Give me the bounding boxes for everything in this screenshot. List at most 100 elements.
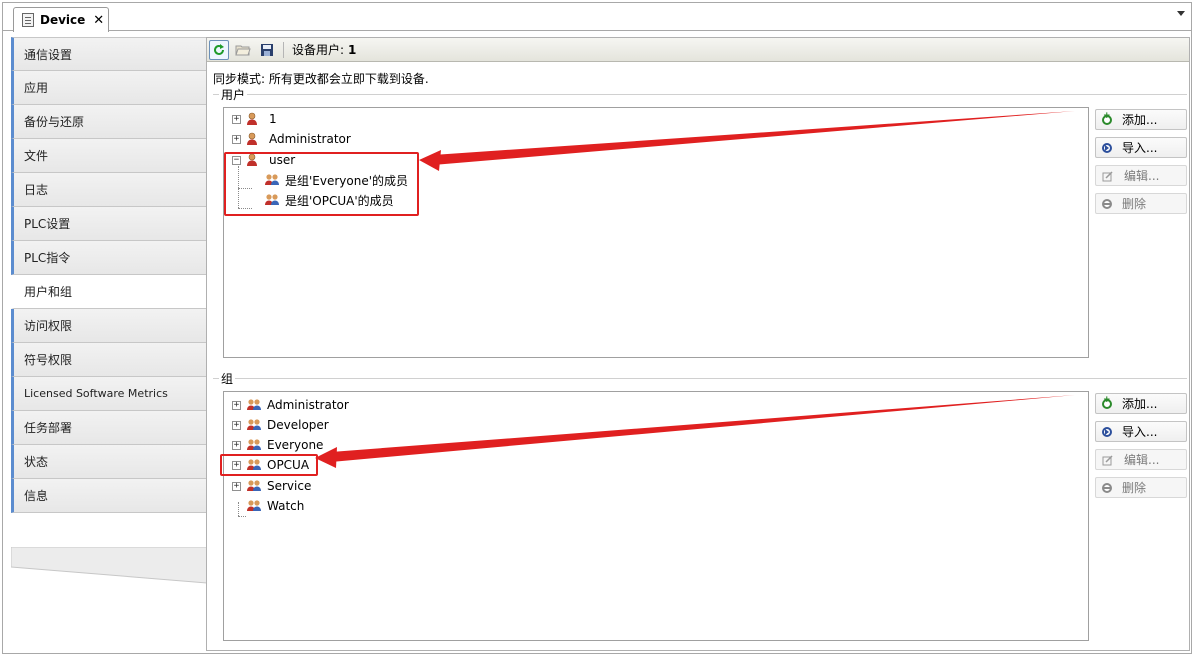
nav-item-label: 日志: [24, 183, 49, 197]
groups-section-title: 组: [219, 370, 236, 387]
nav-item-backup-restore[interactable]: 备份与还原: [11, 105, 207, 139]
nav-item-label: 任务部署: [24, 421, 73, 435]
add-user-button[interactable]: 添加...: [1095, 109, 1187, 130]
nav-item-information[interactable]: 信息: [11, 479, 207, 513]
tree-item-label: Everyone: [267, 438, 324, 452]
tree-item-group[interactable]: + Administrator: [232, 396, 349, 414]
annotation-highlight-box: [220, 454, 318, 476]
nav-item-log[interactable]: 日志: [11, 173, 207, 207]
nav-item-plc-shell[interactable]: PLC指令: [11, 241, 207, 275]
tree-item-label: Watch: [267, 499, 305, 513]
expand-icon[interactable]: +: [232, 400, 241, 410]
nav-item-plc-settings[interactable]: PLC设置: [11, 207, 207, 241]
nav-item-label: PLC指令: [24, 251, 71, 265]
button-label: 添加...: [1122, 397, 1158, 411]
nav-item-task-deployment[interactable]: 任务部署: [11, 411, 207, 445]
expand-icon[interactable]: +: [232, 134, 241, 144]
sync-mode-text: 同步模式: 所有更改都会立即下载到设备.: [213, 72, 429, 86]
device-user-label: 设备用户:: [292, 43, 345, 57]
delete-user-button[interactable]: 删除: [1095, 193, 1187, 214]
users-tree[interactable]: + 1 + Administrator − user 是组'Everyone'的…: [223, 107, 1089, 358]
add-group-button[interactable]: 添加...: [1095, 393, 1187, 414]
nav-item-communication[interactable]: 通信设置: [11, 37, 207, 71]
tree-item-group[interactable]: + Developer: [232, 416, 329, 434]
nav-item-symbol-rights[interactable]: 符号权限: [11, 343, 207, 377]
groups-section: 组 + Administrator + Developer + Everyone…: [213, 370, 1187, 646]
tree-item-label: 1: [269, 112, 277, 126]
nav-item-label: 状态: [24, 455, 49, 469]
nav-item-files[interactable]: 文件: [11, 139, 207, 173]
tree-item-user[interactable]: + Administrator: [232, 130, 351, 148]
close-icon[interactable]: ✕: [93, 13, 104, 28]
edit-icon: [1102, 454, 1113, 465]
expand-icon[interactable]: +: [232, 481, 241, 491]
nav-item-label: 用户和组: [24, 285, 73, 299]
refresh-button[interactable]: [209, 39, 229, 60]
expand-icon[interactable]: +: [232, 114, 241, 124]
group-icon: [247, 439, 261, 450]
tree-connector: [238, 502, 239, 516]
nav-item-access-rights[interactable]: 访问权限: [11, 309, 207, 343]
button-label: 编辑...: [1124, 453, 1160, 467]
tree-item-label: Administrator: [267, 398, 349, 412]
import-icon: [1102, 142, 1112, 153]
nav-item-label: 应用: [24, 81, 49, 95]
groups-tree[interactable]: + Administrator + Developer + Everyone +: [220, 391, 1089, 641]
save-button[interactable]: [257, 40, 277, 60]
tree-item-label: Developer: [267, 418, 329, 432]
expand-icon[interactable]: +: [232, 440, 241, 450]
nav-item-label: Licensed Software Metrics: [24, 387, 168, 400]
open-button[interactable]: [233, 40, 253, 60]
tree-item-group[interactable]: + Service: [232, 477, 311, 495]
toolbar-separator: [283, 41, 284, 58]
group-icon: [247, 480, 261, 491]
group-icon: [247, 399, 261, 410]
users-section-title: 用户: [219, 86, 248, 103]
nav-item-label: 访问权限: [24, 319, 73, 333]
import-group-button[interactable]: 导入...: [1095, 421, 1187, 442]
button-label: 删除: [1122, 197, 1147, 211]
device-user-indicator: 设备用户: 1: [292, 41, 356, 58]
nav-item-label: 符号权限: [24, 353, 73, 367]
add-icon: [1102, 395, 1112, 409]
edit-user-button[interactable]: 编辑...: [1095, 165, 1187, 186]
add-icon: [1102, 111, 1112, 125]
nav-bottom-bevel: [11, 547, 207, 584]
edit-icon: [1102, 170, 1113, 181]
button-label: 导入...: [1122, 425, 1158, 439]
tree-item-label: Administrator: [269, 132, 351, 146]
nav-item-label: 文件: [24, 149, 49, 163]
button-label: 添加...: [1122, 113, 1158, 127]
device-editor-nav: 通信设置 应用 备份与还原 文件 日志 PLC设置 PLC指令 用户和组 访问权…: [11, 37, 211, 584]
nav-item-licensed-metrics[interactable]: Licensed Software Metrics: [11, 377, 207, 411]
save-icon: [261, 43, 273, 56]
annotation-highlight-box: [224, 152, 419, 216]
folder-open-icon: [235, 45, 251, 55]
device-document-icon: [22, 13, 34, 27]
tab-title: Device: [40, 13, 86, 27]
expand-icon[interactable]: +: [232, 420, 241, 430]
import-user-button[interactable]: 导入...: [1095, 137, 1187, 158]
tree-item-group[interactable]: Watch: [246, 497, 304, 515]
nav-item-label: PLC设置: [24, 217, 71, 231]
import-icon: [1102, 426, 1112, 437]
tree-item-user[interactable]: + 1: [232, 110, 277, 128]
tree-item-group[interactable]: + Everyone: [232, 436, 323, 454]
nav-item-users-groups[interactable]: 用户和组: [11, 275, 211, 309]
group-icon: [247, 500, 261, 511]
document-tab-strip: Device ✕: [3, 3, 1191, 32]
tab-device[interactable]: Device ✕: [13, 7, 109, 32]
nav-item-label: 通信设置: [24, 47, 73, 62]
nav-item-label: 备份与还原: [24, 115, 85, 129]
tab-list-dropdown-icon[interactable]: [1177, 11, 1185, 16]
group-icon: [247, 419, 261, 430]
edit-group-button[interactable]: 编辑...: [1095, 449, 1187, 470]
nav-item-application[interactable]: 应用: [11, 71, 207, 105]
delete-icon: [1102, 482, 1112, 493]
tree-connector: [238, 516, 246, 517]
nav-item-status[interactable]: 状态: [11, 445, 207, 479]
button-label: 导入...: [1122, 141, 1158, 155]
delete-group-button[interactable]: 删除: [1095, 477, 1187, 498]
nav-item-label: 信息: [24, 489, 49, 503]
editor-window: Device ✕ 通信设置 应用 备份与还原 文件 日志 PLC设置 PLC指令…: [2, 2, 1192, 654]
